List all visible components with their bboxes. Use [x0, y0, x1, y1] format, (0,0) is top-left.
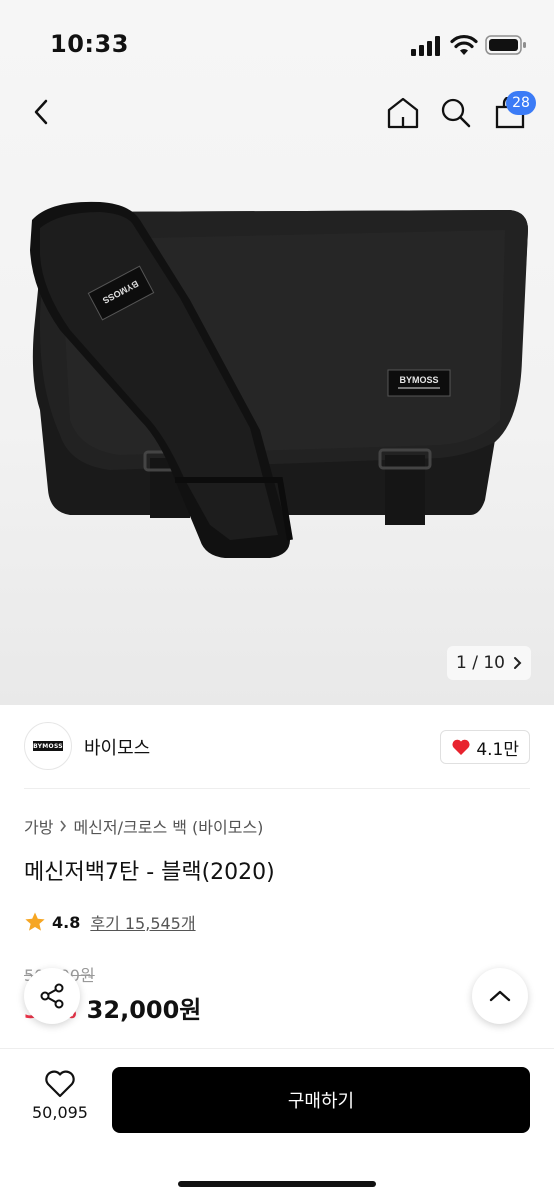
wishlist-button[interactable]: 50,095 — [24, 1069, 96, 1122]
brand-name[interactable]: 바이모스 — [84, 734, 150, 760]
home-indicator — [178, 1181, 376, 1187]
sale-price: 32,000원 — [86, 996, 202, 1024]
breadcrumb-subcategory[interactable]: 메신저/크로스 백 (바이모스) — [73, 814, 263, 838]
star-icon — [25, 912, 45, 931]
product-title: 메신저백7탄 - 블랙(2020) — [24, 860, 275, 885]
chevron-up-icon — [489, 990, 511, 1002]
pager-text: 1 / 10 — [456, 653, 505, 673]
brand-logo-text: BYMOSS — [33, 741, 63, 751]
divider — [24, 788, 530, 789]
wishlist-count: 50,095 — [32, 1103, 88, 1122]
back-button[interactable] — [20, 90, 64, 134]
heart-filled-icon — [452, 739, 470, 755]
battery-icon — [485, 35, 526, 55]
chevron-right-icon — [513, 657, 522, 669]
search-icon — [441, 98, 471, 128]
product-image[interactable]: BYMOSS BYMOSS — [0, 180, 554, 580]
breadcrumb: 가방 메신저/크로스 백 (바이모스) — [24, 814, 263, 838]
chevron-right-icon — [60, 820, 67, 832]
breadcrumb-category[interactable]: 가방 — [24, 814, 53, 838]
status-bar: 10:33 — [0, 28, 554, 62]
scroll-top-button[interactable] — [472, 968, 528, 1024]
brand-row: BYMOSS 바이모스 4.1만 — [24, 722, 530, 770]
buy-button[interactable]: 구매하기 — [112, 1067, 530, 1133]
home-button[interactable] — [381, 91, 425, 135]
flap-logo-label: BYMOSS — [399, 375, 438, 385]
home-icon — [387, 97, 419, 129]
reviews-link[interactable]: 후기 15,545개 — [90, 910, 195, 934]
cart-count-badge: 28 — [506, 91, 536, 115]
brand-like-button[interactable]: 4.1만 — [440, 730, 530, 764]
share-button[interactable] — [24, 968, 80, 1024]
wifi-icon — [450, 34, 478, 55]
cellular-signal-icon — [411, 36, 440, 56]
share-icon — [40, 983, 64, 1009]
chevron-left-icon — [34, 99, 48, 125]
search-button[interactable] — [434, 91, 478, 135]
rating-score: 4.8 — [52, 912, 81, 932]
product-hero: 10:33 28 BYMOSS BYMOSS 1 / 10 — [0, 0, 554, 705]
brand-likes-count: 4.1만 — [476, 739, 519, 760]
top-nav: 28 — [0, 88, 554, 138]
bottom-action-bar: 50,095 구매하기 — [0, 1048, 554, 1200]
rating-row: 4.8 후기 15,545개 — [24, 910, 196, 934]
brand-logo[interactable]: BYMOSS — [24, 722, 72, 770]
image-pager[interactable]: 1 / 10 — [447, 646, 531, 680]
status-time: 10:33 — [50, 30, 129, 58]
heart-outline-icon — [45, 1070, 75, 1098]
